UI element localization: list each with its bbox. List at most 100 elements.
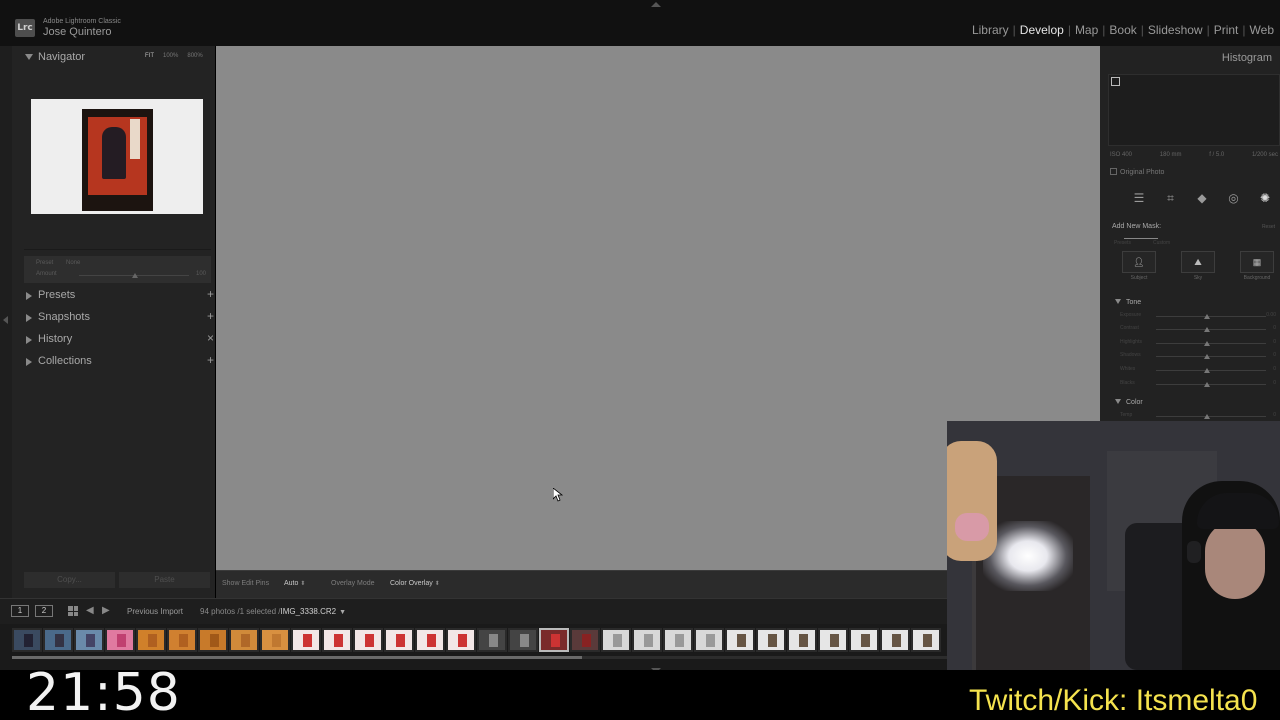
masking-icon[interactable]: ✺	[1258, 191, 1272, 206]
filmstrip-thumbnail[interactable]	[570, 628, 600, 652]
mask-reset-button[interactable]: Reset	[1262, 224, 1275, 230]
slider-value[interactable]: 0	[1273, 339, 1276, 345]
module-map[interactable]: Map	[1075, 23, 1098, 37]
grid-view-icon[interactable]	[68, 606, 78, 616]
filmstrip-thumbnail[interactable]	[663, 628, 693, 652]
filmstrip-thumbnail[interactable]	[167, 628, 197, 652]
filmstrip-thumbnail[interactable]	[787, 628, 817, 652]
filmstrip-source[interactable]: Previous Import	[127, 607, 183, 616]
amount-slider-knob[interactable]	[132, 273, 138, 278]
section-history[interactable]: History ×	[24, 331, 214, 349]
section-collections[interactable]: Collections +	[24, 353, 214, 371]
filmstrip-thumbnail[interactable]	[880, 628, 910, 652]
whites-slider[interactable]: Whites 0	[1120, 366, 1276, 376]
shadows-slider[interactable]: Shadows 0	[1120, 352, 1276, 362]
filmstrip-thumbnail[interactable]	[198, 628, 228, 652]
redeye-icon[interactable]: ◎	[1227, 191, 1241, 206]
blacks-slider[interactable]: Blacks 0	[1120, 380, 1276, 390]
filmstrip-scrollbar[interactable]	[12, 656, 947, 659]
filmstrip-thumbnail[interactable]	[12, 628, 42, 652]
collapse-left-panel-icon[interactable]	[3, 316, 8, 324]
filmstrip-thumbnail[interactable]	[508, 628, 538, 652]
filmstrip-thumbnail[interactable]	[694, 628, 724, 652]
filmstrip-thumbnail[interactable]	[384, 628, 414, 652]
histogram[interactable]	[1108, 74, 1280, 146]
add-snapshot-icon[interactable]: +	[207, 309, 214, 323]
sliders-icon[interactable]: ☰	[1132, 191, 1146, 206]
overlay-mode-select[interactable]: Color Overlay ⬍	[390, 580, 440, 587]
filmstrip-thumbnail[interactable]	[136, 628, 166, 652]
filmstrip-thumbnail[interactable]	[353, 628, 383, 652]
collapse-navigator-icon[interactable]	[25, 54, 33, 60]
slider-value[interactable]: 0	[1273, 412, 1276, 418]
filmstrip-info[interactable]: 94 photos /1 selected /IMG_3338.CR2 ▼	[200, 607, 346, 616]
eraser-icon[interactable]: ◆	[1195, 191, 1209, 206]
filmstrip-thumbnail[interactable]	[601, 628, 631, 652]
zoom-100[interactable]: 100%	[163, 53, 178, 59]
person-icon: 👤︎	[1122, 251, 1156, 273]
filmstrip-thumbnail[interactable]	[446, 628, 476, 652]
mask-subject-button[interactable]: 👤︎ Subject	[1122, 251, 1156, 281]
left-panel-edge[interactable]	[0, 46, 12, 598]
scrollbar-thumb[interactable]	[12, 656, 583, 659]
exposure-slider[interactable]: Exposure 0.00	[1120, 312, 1276, 322]
module-library[interactable]: Library	[972, 23, 1009, 37]
show-edit-pins-select[interactable]: Auto ⬍	[284, 580, 305, 587]
slider-value[interactable]: 0	[1273, 380, 1276, 386]
paste-button[interactable]: Paste	[119, 572, 210, 588]
clear-history-icon[interactable]: ×	[207, 331, 214, 345]
mask-sky-button[interactable]: ⛰︎ Sky	[1181, 251, 1215, 281]
checkbox[interactable]	[1110, 168, 1117, 175]
section-snapshots[interactable]: Snapshots +	[24, 309, 214, 327]
navigator-preview[interactable]	[31, 99, 203, 214]
secondary-window-button[interactable]: 2	[35, 605, 53, 617]
filmstrip-thumbnail[interactable]	[539, 628, 569, 652]
navigator-header[interactable]: Navigator FIT 100% 800%	[24, 46, 223, 68]
original-photo-toggle[interactable]: Original Photo	[1110, 168, 1164, 176]
filmstrip-thumbnail[interactable]	[849, 628, 879, 652]
filmstrip-thumbnail[interactable]	[322, 628, 352, 652]
primary-window-button[interactable]: 1	[11, 605, 29, 617]
collapse-top-panel-icon[interactable]	[651, 2, 661, 7]
filmstrip-thumbnail[interactable]	[105, 628, 135, 652]
module-web[interactable]: Web	[1250, 23, 1274, 37]
filmstrip-thumbnail[interactable]	[74, 628, 104, 652]
highlights-slider[interactable]: Highlights 0	[1120, 339, 1276, 349]
slider-value[interactable]: 0.00	[1266, 312, 1276, 318]
filmstrip-thumbnail[interactable]	[911, 628, 941, 652]
forward-arrow-icon[interactable]: ▶	[102, 605, 110, 616]
copy-button[interactable]: Copy...	[24, 572, 115, 588]
module-print[interactable]: Print	[1214, 23, 1239, 37]
module-develop[interactable]: Develop	[1020, 23, 1064, 37]
contrast-slider[interactable]: Contrast 0	[1120, 325, 1276, 335]
module-slideshow[interactable]: Slideshow	[1148, 23, 1203, 37]
histogram-title[interactable]: Histogram	[1222, 52, 1272, 64]
mask-background-button[interactable]: ▦ Background	[1240, 251, 1274, 281]
tab-custom[interactable]: Custom	[1153, 240, 1170, 246]
filmstrip-thumbnail[interactable]	[756, 628, 786, 652]
tone-header[interactable]: Tone	[1115, 299, 1141, 306]
zoom-800[interactable]: 800%	[187, 53, 202, 59]
filmstrip-thumbnail[interactable]	[818, 628, 848, 652]
zoom-fit[interactable]: FIT	[145, 53, 154, 59]
filmstrip-thumbnail[interactable]	[415, 628, 445, 652]
slider-value[interactable]: 0	[1273, 366, 1276, 372]
tab-presets[interactable]: Presets	[1114, 240, 1131, 246]
section-presets[interactable]: Presets +	[24, 287, 214, 305]
add-preset-icon[interactable]: +	[207, 287, 214, 301]
filmstrip-thumbnail[interactable]	[260, 628, 290, 652]
module-book[interactable]: Book	[1109, 23, 1136, 37]
color-header[interactable]: Color	[1115, 399, 1143, 406]
slider-value[interactable]: 0	[1273, 325, 1276, 331]
filmstrip-thumbnail[interactable]	[632, 628, 662, 652]
filmstrip-thumbnail[interactable]	[43, 628, 73, 652]
clipping-indicator-icon[interactable]	[1111, 77, 1120, 86]
filmstrip-thumbnail[interactable]	[229, 628, 259, 652]
back-arrow-icon[interactable]: ◀	[86, 605, 94, 616]
filmstrip-thumbnail[interactable]	[725, 628, 755, 652]
filmstrip-thumbnail[interactable]	[477, 628, 507, 652]
filmstrip-thumbnail[interactable]	[291, 628, 321, 652]
crop-icon[interactable]: ⌗	[1164, 191, 1178, 206]
slider-value[interactable]: 0	[1273, 352, 1276, 358]
add-collection-icon[interactable]: +	[207, 353, 214, 367]
